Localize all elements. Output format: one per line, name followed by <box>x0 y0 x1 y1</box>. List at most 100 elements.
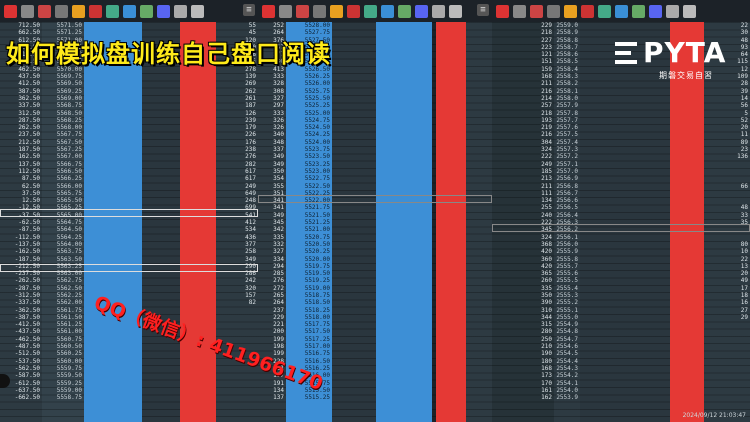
ladder-cell: 2558.1 <box>556 87 578 95</box>
doc-icon[interactable] <box>313 4 326 18</box>
ladder-cell <box>216 394 258 401</box>
bars-icon[interactable] <box>598 4 611 18</box>
ladder-cell: 2557.0 <box>556 167 578 175</box>
layers-icon[interactable] <box>632 4 645 18</box>
ladder-cell: 5523.00 <box>304 167 330 175</box>
discord-icon[interactable] <box>649 4 662 18</box>
ladder-cell: 5558.75 <box>56 394 82 402</box>
s-icon[interactable] <box>381 4 394 18</box>
price-ladder-3[interactable]: 229 218 227 223 121 151 159 168 211 216 214 257 218 1… <box>492 22 750 422</box>
ladder-cell: 168 <box>541 73 552 81</box>
menu-icon[interactable]: ≡ <box>243 4 255 16</box>
ladder-cell: 5560.50 <box>56 343 82 351</box>
ladder-cell <box>704 161 750 168</box>
ladder-cell: 342 <box>273 226 284 234</box>
depth-column: 5571.50 5571.25 5571.00 5570.75 5570.50 5570.… <box>42 22 84 422</box>
chart-icon[interactable] <box>496 4 509 18</box>
ladder-cell: 362.50 <box>18 94 40 102</box>
ladder-cell: 269 <box>245 80 256 88</box>
ladder-cell: 5569.50 <box>56 80 82 88</box>
search-icon[interactable] <box>191 4 204 18</box>
ladder-cell: 5560.00 <box>56 357 82 365</box>
note-icon[interactable] <box>21 4 34 18</box>
ladder-cell: -62.50 <box>18 219 40 227</box>
discord-icon[interactable] <box>157 4 170 18</box>
ladder-cell: -437.50 <box>14 328 40 336</box>
ladder-cell: 180 <box>541 357 552 365</box>
tag-icon[interactable] <box>330 4 343 18</box>
ladder-cell: 294 <box>273 262 284 270</box>
ladder-cell: 5524.00 <box>304 138 330 146</box>
ladder-cell: 354 <box>273 175 284 183</box>
scissors-icon[interactable] <box>38 4 51 18</box>
ladder-cell: 5559.00 <box>56 386 82 394</box>
ladder-cell: 10 <box>740 248 748 256</box>
chart-icon[interactable] <box>262 4 275 18</box>
logo-tagline: 期磐交易自習 <box>659 71 713 80</box>
scissors-icon[interactable] <box>530 4 543 18</box>
s-icon[interactable] <box>123 4 136 18</box>
alert-icon[interactable] <box>89 4 102 18</box>
note-icon[interactable] <box>279 4 292 18</box>
alert-icon[interactable] <box>347 4 360 18</box>
ladder-cell: 5568.75 <box>56 102 82 110</box>
tag-icon[interactable] <box>564 4 577 18</box>
price-ladder-1[interactable]: 712.50 662.50 612.50 562.50 512.50 487.50 462.… <box>0 22 258 422</box>
ladder-cell: 239 <box>245 116 256 124</box>
note-icon[interactable] <box>513 4 526 18</box>
ladder-cell: 223 <box>541 43 552 51</box>
ladder-cell: 5523.25 <box>304 160 330 168</box>
pen-icon[interactable] <box>174 4 187 18</box>
alert-icon[interactable] <box>581 4 594 18</box>
ladder-cell <box>704 190 750 197</box>
ladder-cell: 248 <box>245 197 256 205</box>
search-icon[interactable] <box>449 4 462 18</box>
tag-icon[interactable] <box>72 4 85 18</box>
ladder-cell: 368 <box>541 240 552 248</box>
bars-icon[interactable] <box>364 4 377 18</box>
chart-icon[interactable] <box>4 4 17 18</box>
ladder-cell: 260 <box>541 277 552 285</box>
ladder-cell: 112.50 <box>18 167 40 175</box>
layers-icon[interactable] <box>140 4 153 18</box>
ladder-cell <box>704 321 750 328</box>
bid-volume-column <box>580 22 670 422</box>
scissors-icon[interactable] <box>296 4 309 18</box>
ladder-cell: 179 <box>245 124 256 132</box>
doc-icon[interactable] <box>55 4 68 18</box>
count-column: 229 218 227 223 121 151 159 168 211 216 214 257 218 1… <box>492 22 554 422</box>
timestamp: 2024/09/12 21:03:47 <box>682 412 746 419</box>
search-icon[interactable] <box>683 4 696 18</box>
ladder-cell: 282 <box>245 160 256 168</box>
bars-icon[interactable] <box>106 4 119 18</box>
menu-icon[interactable]: ≡ <box>477 4 489 16</box>
ladder-cell: 5566.00 <box>56 182 82 190</box>
ladder-cell: -512.50 <box>14 350 40 358</box>
ladder-cell <box>216 387 258 394</box>
pen-icon[interactable] <box>432 4 445 18</box>
ladder-cell: 66 <box>740 182 748 190</box>
ladder-cell: 134 <box>541 197 552 205</box>
ladder-cell <box>704 328 750 335</box>
pen-icon[interactable] <box>666 4 679 18</box>
ladder-cell: 27 <box>740 306 748 314</box>
ladder-cell: 345 <box>273 219 284 227</box>
ladder-cell: -262.50 <box>14 277 40 285</box>
s-icon[interactable] <box>615 4 628 18</box>
ladder-cell: 2558.8 <box>556 36 578 44</box>
ladder-cell: 17 <box>740 284 748 292</box>
ladder-cell: 320 <box>245 284 256 292</box>
ladder-cell: 5524.25 <box>304 131 330 139</box>
ladder-cell: 161 <box>541 386 552 394</box>
ladder-cell: 304 <box>541 138 552 146</box>
discord-icon[interactable] <box>415 4 428 18</box>
layers-icon[interactable] <box>398 4 411 18</box>
ladder-cell: 5521.75 <box>304 204 330 212</box>
ladder-cell: 5525.75 <box>304 87 330 95</box>
ladder-cell: 52 <box>740 116 748 124</box>
ladder-cell: 249 <box>541 160 552 168</box>
ladder-cell: 176 <box>245 138 256 146</box>
doc-icon[interactable] <box>547 4 560 18</box>
ask-volume-column <box>670 22 704 422</box>
ladder-cell: 324 <box>541 146 552 154</box>
